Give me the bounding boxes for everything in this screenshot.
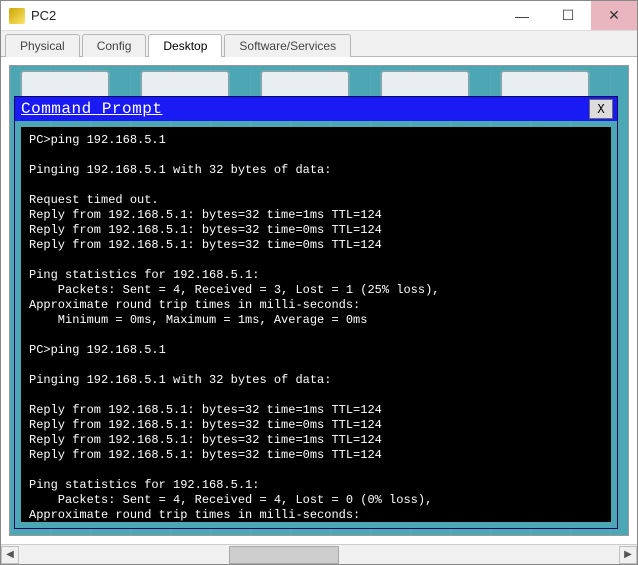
command-prompt-body[interactable]: PC>ping 192.168.5.1 Pinging 192.168.5.1 … [21,127,611,522]
scroll-thumb[interactable] [229,546,339,564]
command-prompt-close-button[interactable]: X [589,99,613,119]
window-controls: — ☐ ✕ [499,1,637,30]
command-prompt-title: Command Prompt [21,100,589,118]
window-title: PC2 [31,8,499,23]
tab-config[interactable]: Config [82,34,147,57]
maximize-button[interactable]: ☐ [545,1,591,30]
desktop-background: Command Prompt X PC>ping 192.168.5.1 Pin… [9,65,629,536]
tab-desktop[interactable]: Desktop [148,34,222,57]
tab-physical[interactable]: Physical [5,34,80,57]
scroll-right-button[interactable]: ▶ [619,546,637,564]
titlebar: PC2 — ☐ ✕ [1,1,637,31]
tabbar: Physical Config Desktop Software/Service… [1,31,637,57]
app-icon [9,8,25,24]
scroll-track[interactable] [19,546,619,564]
command-prompt-titlebar[interactable]: Command Prompt X [15,97,617,121]
scroll-left-button[interactable]: ◀ [1,546,19,564]
tab-software-services[interactable]: Software/Services [224,34,351,57]
command-prompt-window: Command Prompt X PC>ping 192.168.5.1 Pin… [14,96,618,529]
horizontal-scrollbar: ◀ ▶ [1,544,637,564]
desktop-pane: Command Prompt X PC>ping 192.168.5.1 Pin… [1,57,637,544]
close-button[interactable]: ✕ [591,1,637,30]
minimize-button[interactable]: — [499,1,545,30]
